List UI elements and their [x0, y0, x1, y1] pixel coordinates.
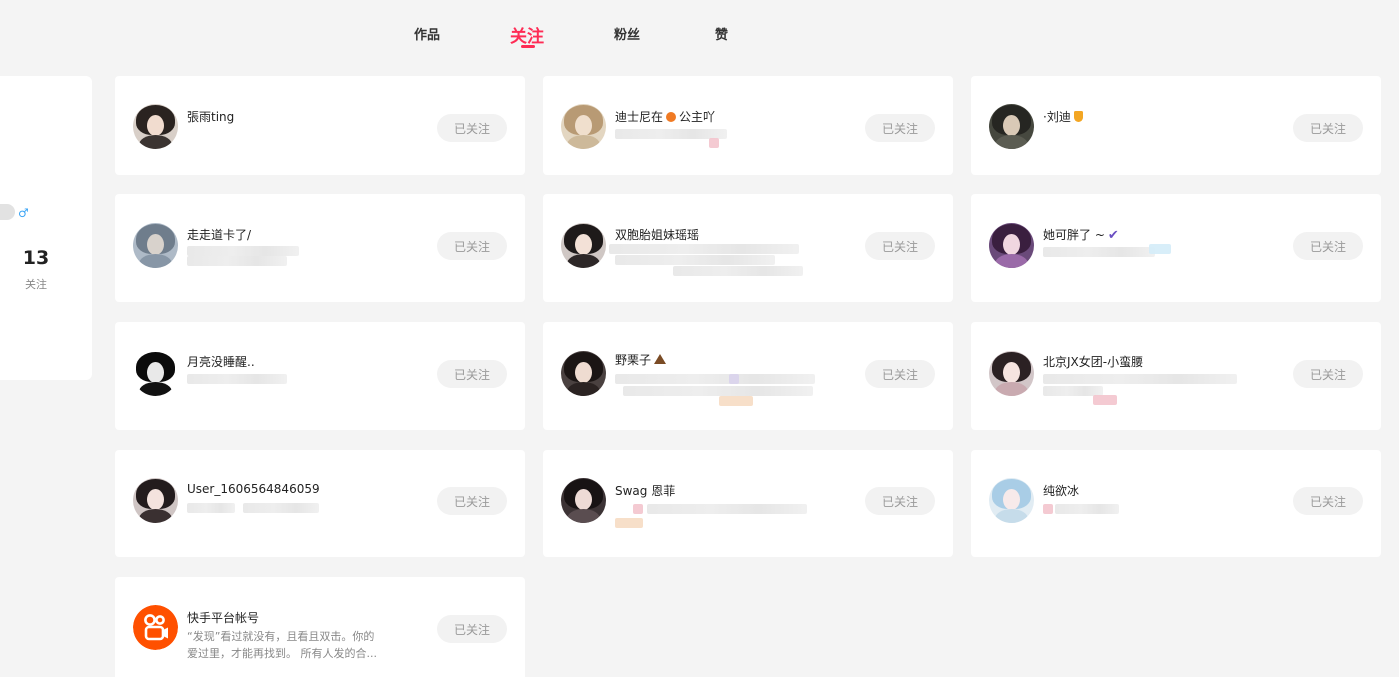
username[interactable]: 双胞胎姐妹瑶瑶: [615, 226, 699, 243]
blurred-description: [673, 266, 803, 276]
blurred-description: [729, 374, 739, 384]
blurred-description: [1043, 504, 1053, 514]
user-avatar[interactable]: [561, 351, 606, 396]
user-card[interactable]: 快手平台帐号 “发现”看过就没有，且看且双击。你的 爱过里，才能再找到。 所有人…: [115, 577, 525, 677]
blurred-description: [615, 255, 775, 265]
blurred-description: [623, 386, 813, 396]
username[interactable]: 纯欲冰: [1043, 482, 1079, 499]
user-card[interactable]: Swag 恩菲 已关注: [543, 450, 953, 557]
following-button[interactable]: 已关注: [865, 360, 935, 388]
username[interactable]: 野栗子: [615, 351, 667, 368]
profile-name-blurred: [0, 204, 15, 220]
following-button[interactable]: 已关注: [437, 487, 507, 515]
following-button[interactable]: 已关注: [1293, 232, 1363, 260]
user-avatar[interactable]: [133, 223, 178, 268]
following-button[interactable]: 已关注: [437, 615, 507, 643]
blurred-description: [647, 504, 807, 514]
username[interactable]: 走走道卡了/: [187, 226, 251, 243]
user-card[interactable]: 纯欲冰 已关注: [971, 450, 1381, 557]
user-avatar[interactable]: [133, 351, 178, 396]
profile-card: ♂ 13 关注: [0, 76, 92, 380]
blurred-description: [187, 503, 235, 513]
user-card[interactable]: 双胞胎姐妹瑶瑶 已关注: [543, 194, 953, 302]
user-card[interactable]: User_1606564846059 已关注: [115, 450, 525, 557]
male-icon: ♂: [18, 206, 29, 220]
username[interactable]: Swag 恩菲: [615, 482, 675, 499]
blurred-description: [615, 374, 815, 384]
following-button[interactable]: 已关注: [865, 487, 935, 515]
following-count[interactable]: 13: [0, 247, 72, 269]
username[interactable]: User_1606564846059: [187, 482, 320, 496]
username[interactable]: 迪士尼在 公主吖: [615, 108, 715, 125]
blurred-description: [243, 503, 319, 513]
blurred-description: [609, 244, 799, 254]
following-button[interactable]: 已关注: [1293, 360, 1363, 388]
tab-following[interactable]: 关注: [510, 22, 544, 47]
user-card[interactable]: 月亮没睡醒.. 已关注: [115, 322, 525, 430]
user-card[interactable]: 北京JX女团-小蛮腰 已关注: [971, 322, 1381, 430]
blurred-description: [709, 138, 719, 148]
user-description: “发现”看过就没有，且看且双击。你的 爱过里，才能再找到。 所有人发的合...: [187, 630, 377, 660]
following-button[interactable]: 已关注: [1293, 114, 1363, 142]
following-label: 关注: [25, 278, 47, 291]
user-avatar[interactable]: [561, 478, 606, 523]
blurred-description: [187, 374, 287, 384]
blurred-description: [187, 256, 287, 266]
blurred-description: [615, 518, 643, 528]
username[interactable]: 張雨ting: [187, 108, 234, 125]
tab-works[interactable]: 作品: [414, 24, 440, 43]
following-button[interactable]: 已关注: [437, 114, 507, 142]
shield-badge-icon: [1073, 111, 1083, 122]
user-card[interactable]: 走走道卡了/ 已关注: [115, 194, 525, 302]
following-button[interactable]: 已关注: [437, 360, 507, 388]
user-card[interactable]: 迪士尼在 公主吖 已关注: [543, 76, 953, 175]
user-avatar[interactable]: [989, 223, 1034, 268]
user-card[interactable]: ·刘迪 已关注: [971, 76, 1381, 175]
username[interactable]: ·刘迪: [1043, 108, 1083, 125]
user-avatar[interactable]: [561, 223, 606, 268]
user-avatar[interactable]: [989, 351, 1034, 396]
user-avatar[interactable]: [561, 104, 606, 149]
user-avatar[interactable]: [989, 104, 1034, 149]
username[interactable]: 北京JX女团-小蛮腰: [1043, 353, 1143, 370]
following-button[interactable]: 已关注: [1293, 487, 1363, 515]
checkmark-icon: ✔: [1107, 228, 1119, 243]
orange-emoji-icon: [666, 112, 677, 122]
kuaishou-logo-icon[interactable]: [133, 605, 178, 650]
username[interactable]: 她可胖了 ~ ✔: [1043, 226, 1119, 243]
user-avatar[interactable]: [133, 104, 178, 149]
username[interactable]: 快手平台帐号: [187, 609, 259, 626]
active-tab-indicator: [521, 45, 535, 48]
profile-tabs: 作品 关注 粉丝 赞: [0, 0, 1399, 66]
user-card[interactable]: 她可胖了 ~ ✔ 已关注: [971, 194, 1381, 302]
tab-likes[interactable]: 赞: [715, 24, 728, 43]
following-button[interactable]: 已关注: [865, 232, 935, 260]
following-button[interactable]: 已关注: [865, 114, 935, 142]
blurred-description: [633, 504, 643, 514]
chestnut-emoji-icon: [654, 354, 667, 364]
blurred-description: [1093, 395, 1117, 405]
blurred-description: [1043, 247, 1155, 257]
user-card[interactable]: 野栗子 已关注: [543, 322, 953, 430]
username[interactable]: 月亮没睡醒..: [187, 353, 255, 370]
blurred-description: [1055, 504, 1119, 514]
user-avatar[interactable]: [989, 478, 1034, 523]
blurred-description: [187, 246, 299, 256]
blurred-description: [1149, 244, 1171, 254]
user-card[interactable]: 張雨ting 已关注: [115, 76, 525, 175]
blurred-description: [719, 396, 753, 406]
tab-followers[interactable]: 粉丝: [614, 24, 640, 43]
blurred-description: [1043, 374, 1237, 384]
kuaishou-logo-icon: [133, 605, 178, 650]
following-button[interactable]: 已关注: [437, 232, 507, 260]
user-avatar[interactable]: [133, 478, 178, 523]
